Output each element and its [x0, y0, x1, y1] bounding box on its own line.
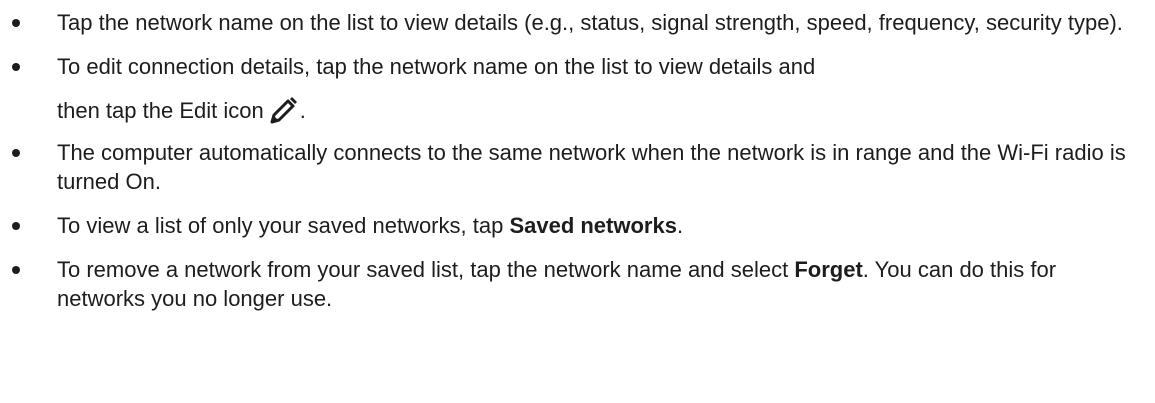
text-before-saved-networks: To view a list of only your saved networ… — [57, 213, 510, 238]
saved-networks-label: Saved networks — [509, 213, 677, 238]
edit-instruction-period: . — [299, 98, 306, 123]
bullet-text: The computer automatically connects to t… — [57, 140, 1126, 194]
bullet-text: Tap the network name on the list to view… — [57, 10, 1123, 35]
edit-instruction-text: then tap the Edit icon — [57, 98, 264, 123]
bullet-dot — [12, 266, 20, 274]
text-before-forget: To remove a network from your saved list… — [57, 257, 795, 282]
bullet-dot — [12, 222, 20, 230]
pencil-edit-icon — [270, 96, 300, 124]
bullet-list: Tap the network name on the list to view… — [0, 8, 1150, 328]
bullet-text: To view a list of only your saved networ… — [57, 211, 1150, 240]
list-item: To remove a network from your saved list… — [0, 255, 1150, 313]
bullet-dot — [12, 19, 20, 27]
bullet-text: To remove a network from your saved list… — [57, 255, 1150, 313]
list-item: The computer automatically connects to t… — [0, 138, 1150, 196]
bullet-dot — [12, 149, 20, 157]
list-item: Tap the network name on the list to view… — [0, 8, 1150, 37]
bullet-text-line-1: To edit connection details, tap the netw… — [57, 54, 816, 79]
bullet-text-line-2: then tap the Edit icon . — [57, 96, 1150, 125]
list-item: To edit connection details, tap the netw… — [0, 52, 1150, 125]
forget-label: Forget — [794, 257, 863, 282]
text-after-saved-networks: . — [676, 213, 684, 238]
list-item: To view a list of only your saved networ… — [0, 211, 1150, 240]
bullet-dot — [12, 63, 20, 71]
